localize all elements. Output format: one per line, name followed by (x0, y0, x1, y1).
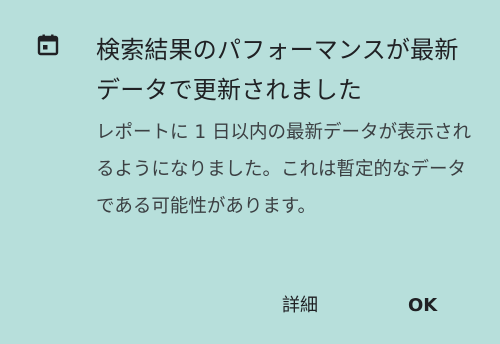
dialog-message: レポートに 1 日以内の最新データが表示されるようになりました。これは暫定的なデ… (96, 122, 472, 217)
dialog-actions: 詳細 OK (0, 286, 500, 326)
details-button[interactable]: 詳細 (272, 286, 328, 326)
update-dialog: 検索結果のパフォーマンスが最新データで更新されました レポートに 1 日以内の最… (0, 0, 500, 344)
dialog-title: 検索結果のパフォーマンスが最新データで更新されました (96, 36, 459, 104)
ok-button[interactable]: OK (398, 286, 447, 326)
calendar-icon (36, 33, 60, 57)
